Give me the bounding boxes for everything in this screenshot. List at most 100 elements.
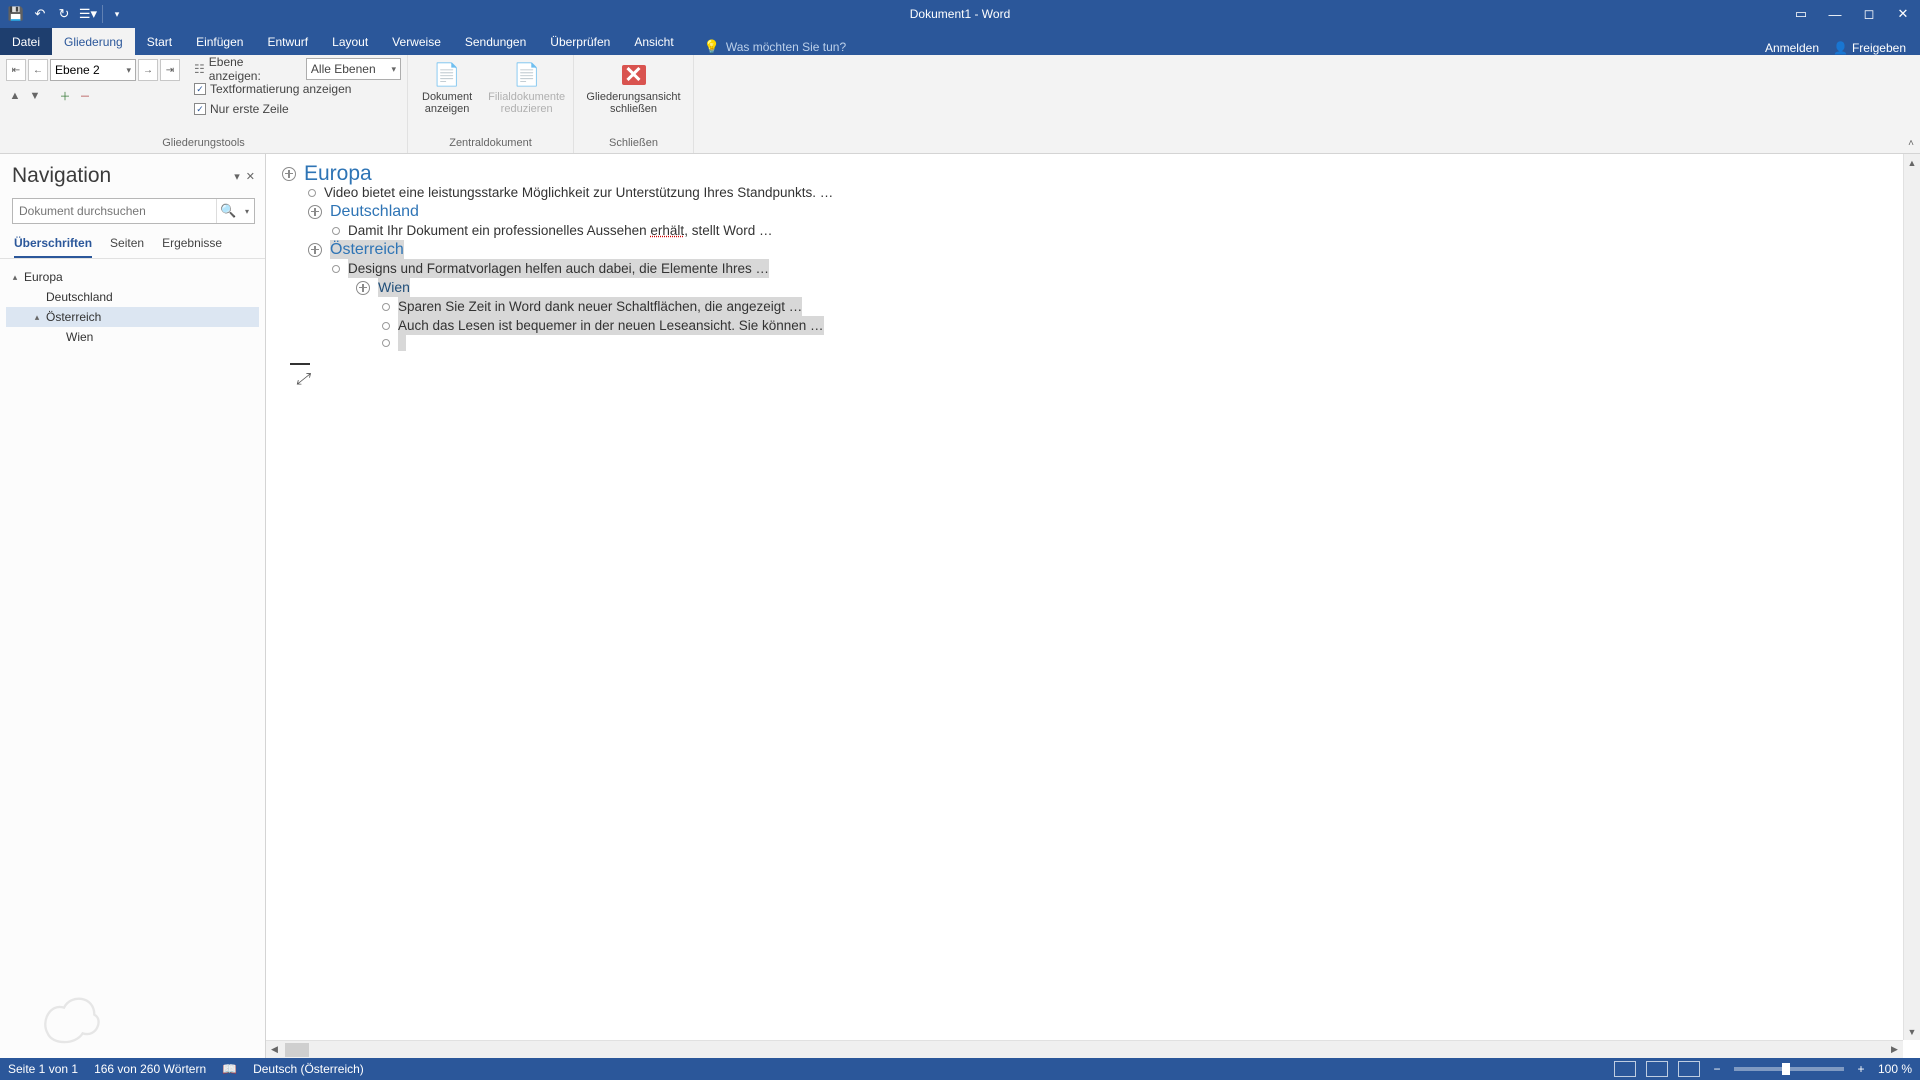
show-level-icon: ☷ [194, 62, 205, 76]
navigation-title: Navigation [12, 164, 111, 188]
tab-design[interactable]: Entwurf [255, 28, 320, 55]
demote-button[interactable]: → [138, 59, 158, 81]
scroll-right-icon[interactable]: ▶ [1886, 1044, 1903, 1055]
outline-content: Europa Video bietet eine leistungsstarke… [266, 154, 1920, 389]
status-bar: Seite 1 von 1 166 von 260 Wörtern 📖 Deut… [0, 1058, 1920, 1080]
status-page[interactable]: Seite 1 von 1 [8, 1062, 78, 1076]
tab-home[interactable]: Start [135, 28, 184, 55]
expand-plus-icon[interactable] [356, 281, 370, 295]
promote-to-heading1-button[interactable]: ⇤ [6, 59, 26, 81]
qat-customize-icon[interactable]: ▾ [105, 2, 129, 26]
demote-to-body-button[interactable]: ⇥ [160, 59, 180, 81]
nav-node-europa[interactable]: ▴ Europa [6, 267, 259, 287]
minimize-icon[interactable]: — [1818, 0, 1852, 28]
search-input[interactable] [13, 204, 216, 218]
tab-view[interactable]: Ansicht [622, 28, 685, 55]
tab-review[interactable]: Überprüfen [538, 28, 622, 55]
zoom-in-button[interactable]: + [1854, 1062, 1868, 1076]
outline-body-row[interactable]: Auch das Lesen ist bequemer in der neuen… [282, 316, 1920, 335]
expand-plus-icon[interactable] [308, 243, 322, 257]
scroll-up-icon[interactable]: ▲ [1904, 154, 1920, 171]
save-icon[interactable]: 💾 [4, 2, 28, 26]
nav-node-oesterreich[interactable]: ▴ Österreich [6, 307, 259, 327]
section-end-mark [290, 363, 310, 365]
show-document-button[interactable]: 📄 Dokumentanzeigen [414, 59, 480, 131]
tab-file[interactable]: Datei [0, 28, 52, 55]
nav-node-deutschland[interactable]: Deutschland [6, 287, 259, 307]
navigation-search[interactable]: 🔍 ▾ [12, 198, 255, 224]
horizontal-scrollbar[interactable]: ◀ ▶ [266, 1040, 1903, 1058]
outline-body-row[interactable]: Designs und Formatvorlagen helfen auch d… [282, 259, 1920, 278]
search-dropdown-icon[interactable]: ▾ [240, 207, 254, 216]
view-web-layout-icon[interactable] [1678, 1061, 1700, 1077]
expand-plus-icon[interactable] [282, 167, 296, 181]
navigation-pane: Navigation ▾ ✕ 🔍 ▾ Überschriften Seiten … [0, 154, 266, 1058]
undo-icon[interactable]: ↶ [28, 2, 52, 26]
expand-plus-icon[interactable] [308, 205, 322, 219]
outline-empty-row[interactable] [282, 335, 1920, 351]
expand-button[interactable]: ＋ [56, 87, 74, 105]
navigation-tree: ▴ Europa Deutschland ▴ Österreich Wien [0, 259, 265, 355]
vertical-scrollbar[interactable]: ▲ ▼ [1903, 154, 1920, 1040]
show-formatting-checkbox[interactable]: ✓Textformatierung anzeigen [194, 79, 401, 99]
outline-body-row[interactable]: Video bietet eine leistungsstarke Möglic… [282, 183, 1920, 202]
show-level-label: Ebene anzeigen: [209, 55, 298, 83]
zoom-percent[interactable]: 100 % [1878, 1062, 1912, 1076]
tab-references[interactable]: Verweise [380, 28, 453, 55]
outline-level-select[interactable]: Ebene 2 ▾ [50, 59, 136, 81]
outline-h2-oesterreich[interactable]: Österreich [282, 240, 1920, 259]
first-line-only-checkbox[interactable]: ✓Nur erste Zeile [194, 99, 401, 119]
document-area[interactable]: Europa Video bietet eine leistungsstarke… [266, 154, 1920, 1058]
quick-access-toolbar: 💾 ↶ ↻ ☰▾ ▾ [0, 2, 129, 26]
outline-h1-europa[interactable]: Europa [282, 164, 1920, 183]
tab-layout[interactable]: Layout [320, 28, 380, 55]
redo-icon[interactable]: ↻ [52, 2, 76, 26]
body-bullet-icon [382, 303, 390, 311]
collapse-caret-icon[interactable]: ▴ [32, 312, 42, 323]
promote-button[interactable]: ← [28, 59, 48, 81]
tell-me-search[interactable]: 💡 Was möchten Sie tun? [704, 39, 846, 55]
maximize-icon[interactable]: ◻ [1852, 0, 1886, 28]
zoom-slider-handle[interactable] [1782, 1063, 1790, 1075]
sign-in-link[interactable]: Anmelden [1765, 41, 1819, 55]
status-proofing-icon[interactable]: 📖 [222, 1062, 237, 1076]
zoom-slider[interactable] [1734, 1067, 1844, 1071]
outline-body-row[interactable]: Damit Ihr Dokument ein professionelles A… [282, 221, 1920, 240]
tab-outlining[interactable]: Gliederung [52, 28, 135, 55]
outline-h3-wien[interactable]: Wien [282, 278, 1920, 297]
scroll-thumb[interactable] [285, 1043, 309, 1057]
collapse-caret-icon[interactable]: ▴ [10, 272, 20, 283]
tab-mailings[interactable]: Sendungen [453, 28, 538, 55]
close-window-icon[interactable]: ✕ [1886, 0, 1920, 28]
scroll-down-icon[interactable]: ▼ [1904, 1023, 1920, 1040]
outline-body-row[interactable]: Sparen Sie Zeit in Word dank neuer Schal… [282, 297, 1920, 316]
nav-tab-headings[interactable]: Überschriften [14, 230, 92, 258]
view-print-layout-icon[interactable] [1646, 1061, 1668, 1077]
body-bullet-icon [382, 339, 390, 347]
status-word-count[interactable]: 166 von 260 Wörtern [94, 1062, 206, 1076]
outline-h2-deutschland[interactable]: Deutschland [282, 202, 1920, 221]
show-level-select[interactable]: Alle Ebenen ▾ [306, 58, 401, 80]
zoom-out-button[interactable]: − [1710, 1062, 1724, 1076]
ribbon-display-options-icon[interactable]: ▭ [1784, 0, 1818, 28]
nav-node-wien[interactable]: Wien [6, 327, 259, 347]
touch-mode-icon[interactable]: ☰▾ [76, 2, 100, 26]
nav-close-icon[interactable]: ✕ [246, 170, 255, 183]
nav-tab-pages[interactable]: Seiten [110, 230, 144, 258]
subdoc-icon: 📄 [513, 61, 541, 89]
scroll-left-icon[interactable]: ◀ [266, 1044, 283, 1055]
collapse-button[interactable]: － [76, 87, 94, 105]
nav-tab-results[interactable]: Ergebnisse [162, 230, 222, 258]
view-read-mode-icon[interactable] [1614, 1061, 1636, 1077]
move-up-button[interactable]: ▲ [6, 87, 24, 105]
status-language[interactable]: Deutsch (Österreich) [253, 1062, 364, 1076]
nav-menu-icon[interactable]: ▾ [234, 170, 240, 183]
lightbulb-icon: 💡 [704, 39, 720, 55]
move-down-button[interactable]: ▼ [26, 87, 44, 105]
collapse-ribbon-icon[interactable]: ˄ [1908, 138, 1914, 149]
close-outline-view-button[interactable]: ✕ Gliederungsansichtschließen [580, 59, 687, 115]
tab-insert[interactable]: Einfügen [184, 28, 255, 55]
share-button[interactable]: 👤 Freigeben [1833, 41, 1906, 55]
search-icon[interactable]: 🔍 [216, 199, 240, 223]
group-master-document: 📄 Dokumentanzeigen 📄 Filialdokumenteredu… [408, 55, 574, 153]
